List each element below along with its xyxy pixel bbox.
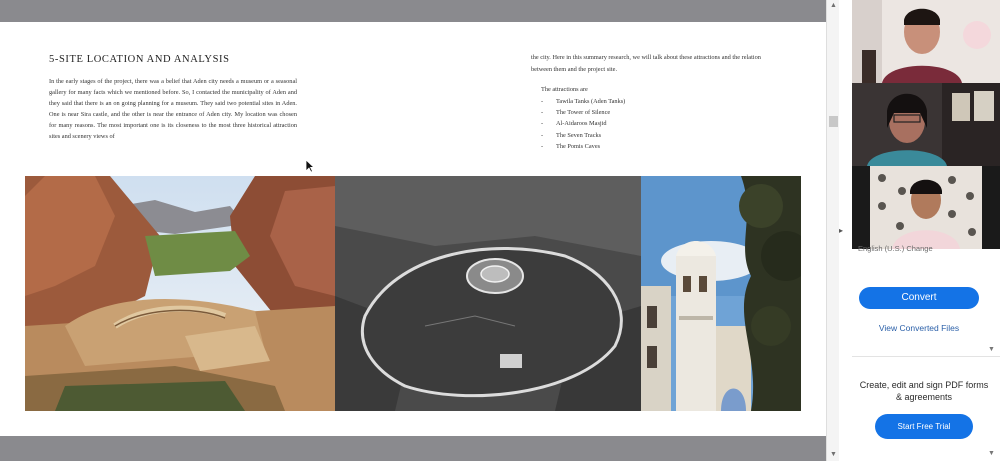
page-gap-top	[0, 0, 826, 22]
divider	[852, 356, 1000, 357]
language-selector[interactable]: English (U.S.) Change	[858, 244, 933, 253]
tower-of-silence-photo	[335, 176, 641, 411]
list-item: - Al-Aidaroos Masjid	[541, 120, 607, 128]
video-tile-participant-2	[852, 83, 1000, 166]
panel-scroll-down-icon[interactable]: ▼	[988, 450, 995, 457]
list-item: - The Pomis Caves	[541, 142, 601, 150]
collapse-panel-icon[interactable]: ▸	[839, 224, 849, 238]
list-item: - The Tower of Silence	[541, 109, 611, 117]
list-item: - The Seven Tracks	[541, 131, 602, 139]
panel-scroll-down-icon[interactable]: ▼	[988, 346, 995, 353]
start-free-trial-button[interactable]: Start Free Trial	[875, 414, 973, 439]
vertical-scrollbar[interactable]: ▲ ▼	[826, 0, 840, 461]
aidaroos-masjid-photo	[641, 176, 801, 411]
convert-button[interactable]: Convert	[859, 287, 979, 309]
video-tile-participant-1	[852, 0, 1000, 83]
pdf-viewer[interactable]: 5-SITE LOCATION AND ANALYSIS In the earl…	[0, 0, 826, 461]
paragraph-right: the city. Here in this summary research,…	[531, 54, 761, 73]
scrollbar-thumb[interactable]	[829, 116, 838, 127]
promo-text: Create, edit and sign PDF forms & agreem…	[859, 380, 989, 402]
list-item: - Tawila Tanks (Aden Tanks)	[541, 98, 626, 105]
tawila-tanks-photo	[25, 176, 335, 411]
attractions-title: The attractions are	[541, 86, 588, 93]
section-heading: 5-SITE LOCATION AND ANALYSIS	[49, 54, 230, 65]
view-converted-files-link[interactable]: View Converted Files	[859, 323, 979, 333]
mouse-cursor-icon	[305, 159, 315, 173]
video-tile-participant-3	[852, 166, 1000, 249]
attractions-list: - Tawila Tanks (Aden Tanks) - The Tower of…	[541, 96, 625, 152]
paragraph-left: In the early stages of the project, ther…	[49, 78, 297, 140]
page-gap-bottom	[0, 436, 826, 461]
